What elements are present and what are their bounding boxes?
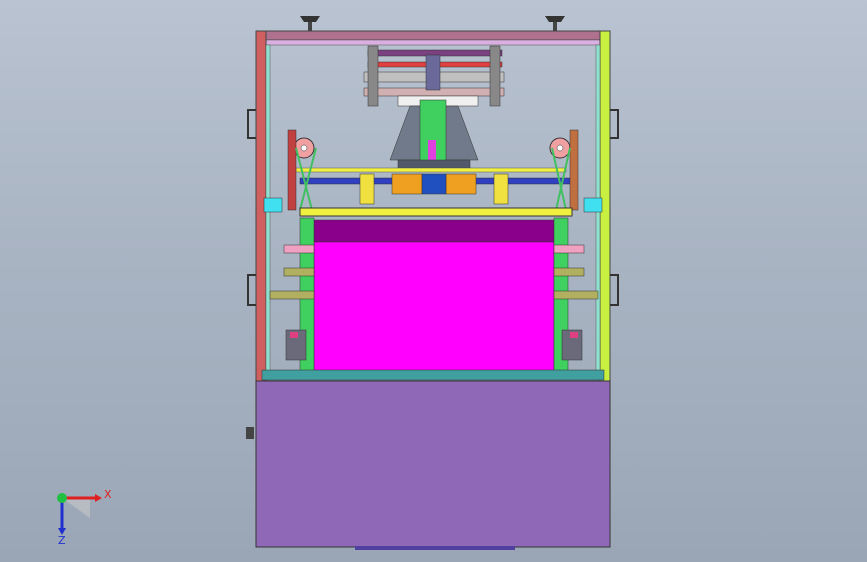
coordinate-triad-icon [57, 493, 102, 535]
leveling-foot-icon [300, 16, 565, 32]
web-material [313, 241, 555, 373]
cross-roller [299, 207, 573, 217]
z-axis-label: Z [58, 534, 66, 547]
cad-viewport[interactable]: X Z [0, 0, 867, 562]
web-material-top [313, 219, 555, 243]
machine-front-view: X Z [57, 16, 619, 550]
top-frame-bar [255, 30, 611, 41]
x-axis-label: X [104, 488, 112, 501]
base-cabinet [255, 380, 611, 548]
